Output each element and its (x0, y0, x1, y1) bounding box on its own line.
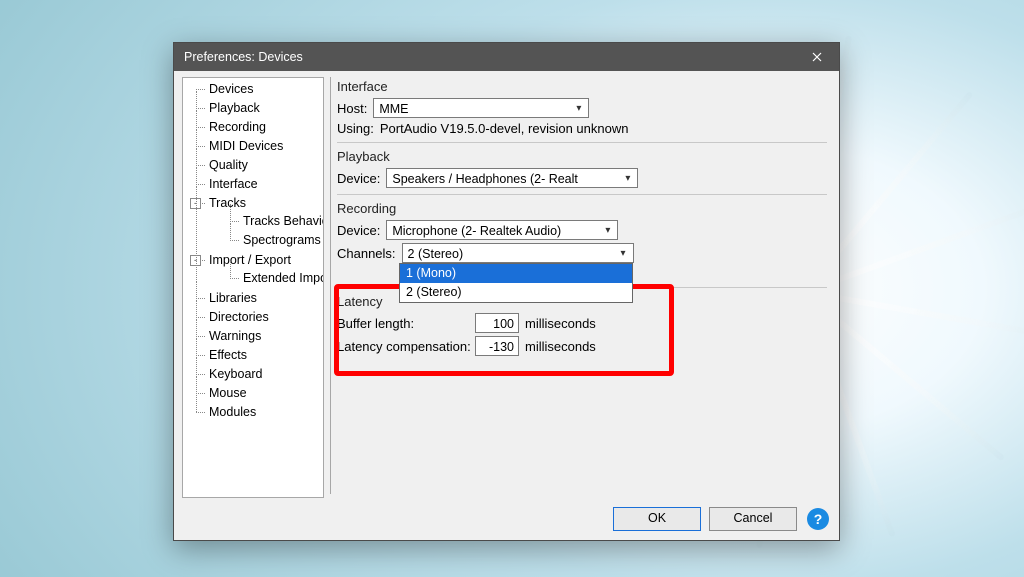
tree-item-label: Mouse (209, 386, 247, 400)
channels-select[interactable]: 2 (Stereo) ▾ (402, 243, 634, 263)
tree-item[interactable]: Keyboard (187, 365, 323, 384)
group-interface: Interface Host: MME ▾ Using: PortAudio V… (337, 79, 827, 136)
close-icon (812, 52, 822, 62)
buffer-length-units: milliseconds (525, 316, 596, 331)
tree-item-label: Spectrograms (243, 233, 321, 247)
tree-item-label: Tracks (209, 196, 246, 210)
tree-item-label: Libraries (209, 291, 257, 305)
group-title-interface: Interface (337, 79, 827, 94)
tree-item-label: Playback (209, 101, 260, 115)
cancel-button[interactable]: Cancel (709, 507, 797, 531)
buffer-length-label: Buffer length: (337, 316, 469, 331)
playback-device-label: Device: (337, 171, 380, 186)
category-tree[interactable]: Devices Playback Recording MIDI Devices Qual… (182, 77, 324, 498)
tree-item[interactable]: Directories (187, 308, 323, 327)
channels-select-value: 2 (Stereo) (403, 244, 633, 263)
chevron-down-icon: ▾ (620, 171, 635, 186)
settings-panel: Interface Host: MME ▾ Using: PortAudio V… (337, 77, 831, 498)
vertical-divider (330, 77, 331, 494)
dialog-footer: OK Cancel ? (174, 498, 839, 540)
using-value: PortAudio V19.5.0-devel, revision unknow… (380, 121, 629, 136)
recording-device-label: Device: (337, 223, 380, 238)
titlebar[interactable]: Preferences: Devices (174, 43, 839, 71)
channels-label: Channels: (337, 246, 396, 261)
tree-item-label: Warnings (209, 329, 261, 343)
recording-device-value: Microphone (2- Realtek Audio) (387, 221, 617, 240)
channels-dropdown[interactable]: 1 (Mono)2 (Stereo) (399, 263, 633, 303)
tree-item[interactable]: -Import / Export Extended Import (187, 251, 323, 289)
tree-item-label: Quality (209, 158, 248, 172)
tree-item[interactable]: Extended Import (221, 269, 323, 288)
desktop-background: Preferences: Devices Devices Playback Reco… (0, 0, 1024, 577)
window-title: Preferences: Devices (184, 50, 797, 64)
channels-option[interactable]: 2 (Stereo) (400, 283, 632, 302)
tree-item[interactable]: Effects (187, 346, 323, 365)
ok-button[interactable]: OK (613, 507, 701, 531)
tree-item[interactable]: Warnings (187, 327, 323, 346)
tree-item[interactable]: Recording (187, 118, 323, 137)
tree-item[interactable]: Tracks Behaviors (221, 212, 323, 231)
group-latency: Latency Buffer length: 100 milliseconds … (337, 294, 827, 356)
close-button[interactable] (797, 43, 837, 71)
tree-item-label: Recording (209, 120, 266, 134)
tree-item[interactable]: Mouse (187, 384, 323, 403)
latency-comp-label: Latency compensation: (337, 339, 469, 354)
tree-item-label: Extended Import (243, 271, 324, 285)
tree-item[interactable]: Devices (187, 80, 323, 99)
tree-item[interactable]: -Tracks Tracks Behaviors Spectrograms (187, 194, 323, 251)
tree-item[interactable]: Modules (187, 403, 323, 422)
host-label: Host: (337, 101, 367, 116)
chevron-down-icon: ▾ (616, 246, 631, 261)
group-playback: Playback Device: Speakers / Headphones (… (337, 149, 827, 188)
group-recording: Recording Device: Microphone (2- Realtek… (337, 201, 827, 263)
host-select[interactable]: MME ▾ (373, 98, 589, 118)
tree-item[interactable]: Spectrograms (221, 231, 323, 250)
tree-item-label: Modules (209, 405, 256, 419)
tree-item-label: Keyboard (209, 367, 263, 381)
group-title-playback: Playback (337, 149, 827, 164)
chevron-down-icon: ▾ (600, 223, 615, 238)
help-button[interactable]: ? (807, 508, 829, 530)
channels-option[interactable]: 1 (Mono) (400, 264, 632, 283)
tree-item-label: Effects (209, 348, 247, 362)
recording-device-select[interactable]: Microphone (2- Realtek Audio) ▾ (386, 220, 618, 240)
preferences-window: Preferences: Devices Devices Playback Reco… (173, 42, 840, 541)
tree-item[interactable]: Playback (187, 99, 323, 118)
playback-device-value: Speakers / Headphones (2- Realt (387, 169, 637, 188)
using-label: Using: (337, 121, 374, 136)
latency-comp-units: milliseconds (525, 339, 596, 354)
tree-item[interactable]: Libraries (187, 289, 323, 308)
tree-item[interactable]: Interface (187, 175, 323, 194)
tree-item[interactable]: MIDI Devices (187, 137, 323, 156)
host-select-value: MME (374, 99, 588, 118)
tree-item-label: Import / Export (209, 253, 291, 267)
tree-item-label: MIDI Devices (209, 139, 283, 153)
playback-device-select[interactable]: Speakers / Headphones (2- Realt ▾ (386, 168, 638, 188)
tree-item-label: Devices (209, 82, 253, 96)
tree-item-label: Directories (209, 310, 269, 324)
collapse-icon[interactable]: - (190, 198, 201, 209)
latency-comp-input[interactable]: -130 (475, 336, 519, 356)
tree-item-label: Interface (209, 177, 258, 191)
collapse-icon[interactable]: - (190, 255, 201, 266)
tree-item-label: Tracks Behaviors (243, 214, 324, 228)
group-title-recording: Recording (337, 201, 827, 216)
tree-item[interactable]: Quality (187, 156, 323, 175)
buffer-length-input[interactable]: 100 (475, 313, 519, 333)
chevron-down-icon: ▾ (571, 101, 586, 116)
